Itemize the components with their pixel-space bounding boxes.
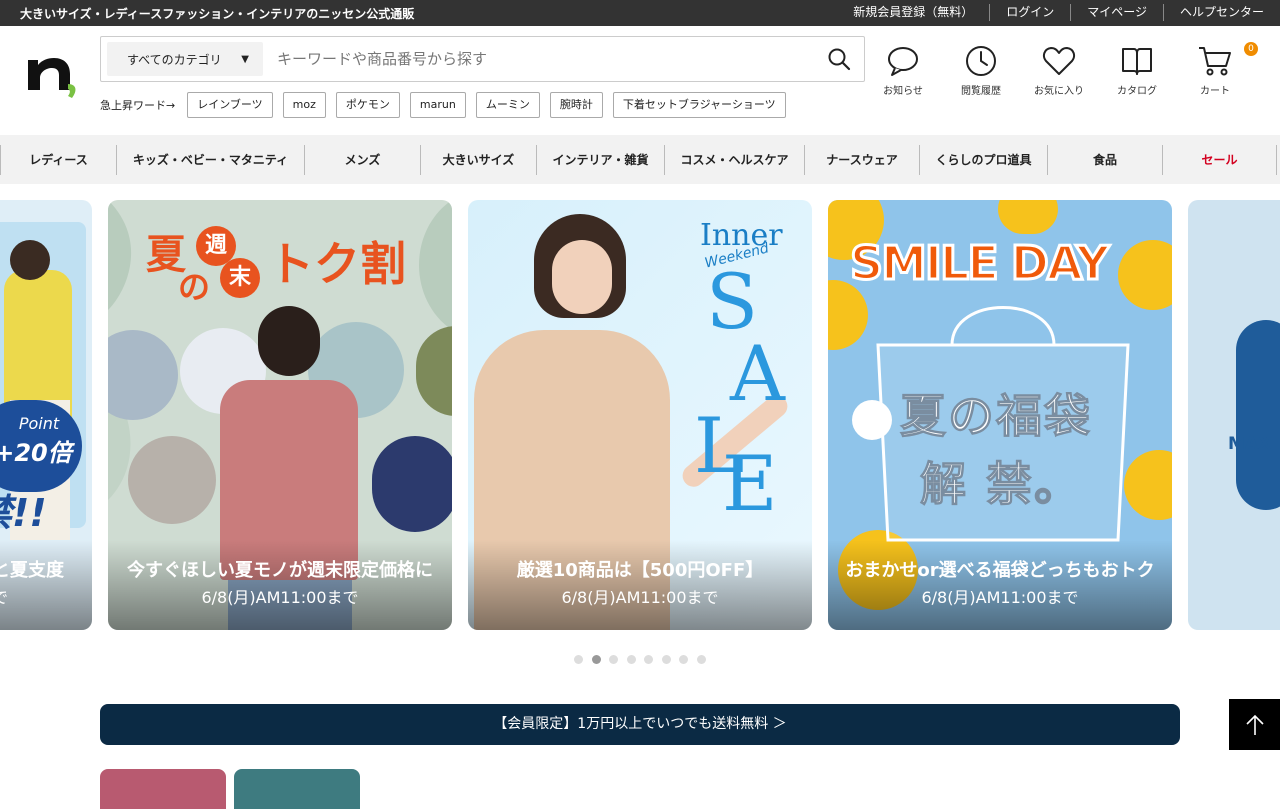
catalog-button[interactable]: カタログ xyxy=(1098,44,1176,97)
slide-caption-title: と夏支度 xyxy=(0,560,64,581)
trending-words: 急上昇ワード→ レインブーツ moz ポケモン marun ムーミン 腕時計 下… xyxy=(100,92,796,118)
trend-tag-moz[interactable]: moz xyxy=(282,92,326,118)
nav-item-kids-baby-maternity[interactable]: キッズ・ベビー・マタニティ xyxy=(116,144,304,175)
top-links: 新規会員登録（無料） ログイン マイページ ヘルプセンター xyxy=(837,4,1280,21)
top-bar: 大きいサイズ・レディースファッション・インテリアのニッセン公式通販 新規会員登録… xyxy=(0,0,1280,26)
history-label: 閲覧履歴 xyxy=(961,86,1001,97)
clock-icon xyxy=(966,46,996,76)
category-select[interactable]: すべてのカテゴリ ▼ xyxy=(107,42,263,76)
chevron-down-icon: ▼ xyxy=(241,53,249,65)
back-to-top-button[interactable] xyxy=(1229,699,1280,750)
smile-day-logo: SMILE DAY xyxy=(848,235,1110,292)
history-button[interactable]: 閲覧履歴 xyxy=(942,44,1020,97)
category-tile[interactable] xyxy=(234,769,360,809)
catalog-label: カタログ xyxy=(1117,86,1157,97)
carousel-dot[interactable] xyxy=(626,655,636,664)
site-tagline: 大きいサイズ・レディースファッション・インテリアのニッセン公式通販 xyxy=(20,7,415,21)
banner-slide-smile-day[interactable]: SMILE DAY 夏の福袋 解 禁。 おまかせor選べる福袋どっちもおトク 6… xyxy=(828,200,1172,630)
slide-caption-title: 今すぐほしい夏モノが週末限定価格に xyxy=(127,560,433,581)
nav-item-ladies[interactable]: レディース xyxy=(0,144,116,175)
trend-tag-watch[interactable]: 腕時計 xyxy=(549,92,603,118)
slide-caption-date: 6/8(月)AM11:00まで xyxy=(201,588,359,607)
speech-bubble-icon xyxy=(888,47,918,76)
nav-item-interior-goods[interactable]: インテリア・雑貨 xyxy=(536,144,664,175)
nav-item-nurse-wear[interactable]: ナースウェア xyxy=(804,144,919,175)
favorites-button[interactable]: お気に入り xyxy=(1020,44,1098,97)
banner-slide-weekend-toku[interactable]: 夏 週 末 の トク割 今すぐほしい夏モノが週末限定価格に 6/8(月)AM11… xyxy=(108,200,452,630)
trend-tag-rain-boots[interactable]: レインブーツ xyxy=(187,92,273,118)
slide-caption-date: 6/8(月)AM11:00まで xyxy=(921,588,1079,607)
carousel-dot[interactable] xyxy=(609,655,618,664)
cart-button[interactable]: 0 カート xyxy=(1176,42,1258,97)
nav-item-pro-tools[interactable]: くらしのプロ道具 xyxy=(919,144,1047,175)
carousel-dots xyxy=(574,655,714,664)
trending-label: 急上昇ワード→ xyxy=(100,99,176,112)
notice-label: お知らせ xyxy=(883,86,923,97)
notice-button[interactable]: お知らせ xyxy=(864,44,942,97)
trend-tag-underwear-set[interactable]: 下着セットブラジャーショーツ xyxy=(612,92,786,118)
carousel-dot[interactable] xyxy=(679,655,688,664)
trend-tag-marun[interactable]: marun xyxy=(409,92,466,118)
register-link[interactable]: 新規会員登録（無料） xyxy=(837,4,989,21)
mypage-link[interactable]: マイページ xyxy=(1070,4,1163,21)
search-icon xyxy=(828,48,851,71)
search-bar: すべてのカテゴリ ▼ xyxy=(100,36,865,82)
category-nav: レディース キッズ・ベビー・マタニティ メンズ 大きいサイズ インテリア・雑貨 … xyxy=(0,135,1280,184)
nav-item-cosme-health[interactable]: コスメ・ヘルスケア xyxy=(664,144,804,175)
carousel-dot[interactable] xyxy=(661,655,671,664)
header-icons: お知らせ 閲覧履歴 お気に入り カタログ 0 カート xyxy=(864,42,1258,97)
nav-item-large-sizes[interactable]: 大きいサイズ xyxy=(420,144,536,175)
carousel-dot[interactable] xyxy=(644,655,653,664)
search-input[interactable] xyxy=(277,39,814,79)
trend-tag-pokemon[interactable]: ポケモン xyxy=(335,92,400,118)
cart-icon xyxy=(1199,47,1231,76)
carousel-dot[interactable] xyxy=(696,655,706,664)
banner-slide-inner-sale[interactable]: Inner Weekend S A L E 厳選10商品は【500円OFF】 6… xyxy=(468,200,812,630)
banner-carousel: Point +20倍 禁!! と夏支度 で 夏 週 末 の トク割 今すぐほしい… xyxy=(0,200,1280,630)
nav-item-sale[interactable]: セール xyxy=(1162,144,1277,175)
favorites-label: お気に入り xyxy=(1034,86,1084,97)
nav-item-food[interactable]: 食品 xyxy=(1047,144,1162,175)
help-center-link[interactable]: ヘルプセンター xyxy=(1162,4,1280,21)
banner-slide-max[interactable]: MAX xyxy=(1188,200,1280,630)
nav-item-mens[interactable]: メンズ xyxy=(304,144,420,175)
banner-slide-point[interactable]: Point +20倍 禁!! と夏支度 で xyxy=(0,200,92,630)
slide-caption-date: 6/8(月)AM11:00まで xyxy=(561,588,719,607)
slide-caption-date: で xyxy=(0,584,8,608)
category-tile[interactable] xyxy=(100,769,226,809)
carousel-dot[interactable] xyxy=(574,655,583,664)
arrow-up-icon xyxy=(1245,714,1264,735)
carousel-dot-active[interactable] xyxy=(591,655,601,664)
heart-icon xyxy=(1042,47,1076,75)
cart-count-badge: 0 xyxy=(1244,42,1258,56)
trend-tag-moomin[interactable]: ムーミン xyxy=(475,92,540,118)
cart-label: カート xyxy=(1200,86,1230,97)
member-free-shipping-banner[interactable]: 【会員限定】1万円以上でいつでも送料無料 ＞ xyxy=(100,704,1180,745)
nissen-logo[interactable] xyxy=(24,46,80,100)
login-link[interactable]: ログイン xyxy=(989,4,1070,21)
slide-caption-title: おまかせor選べる福袋どっちもおトク xyxy=(845,560,1155,581)
book-icon xyxy=(1122,48,1152,75)
slide-caption-title: 厳選10商品は【500円OFF】 xyxy=(516,560,764,581)
category-select-label: すべてのカテゴリ xyxy=(127,52,222,67)
search-button[interactable] xyxy=(814,37,864,81)
